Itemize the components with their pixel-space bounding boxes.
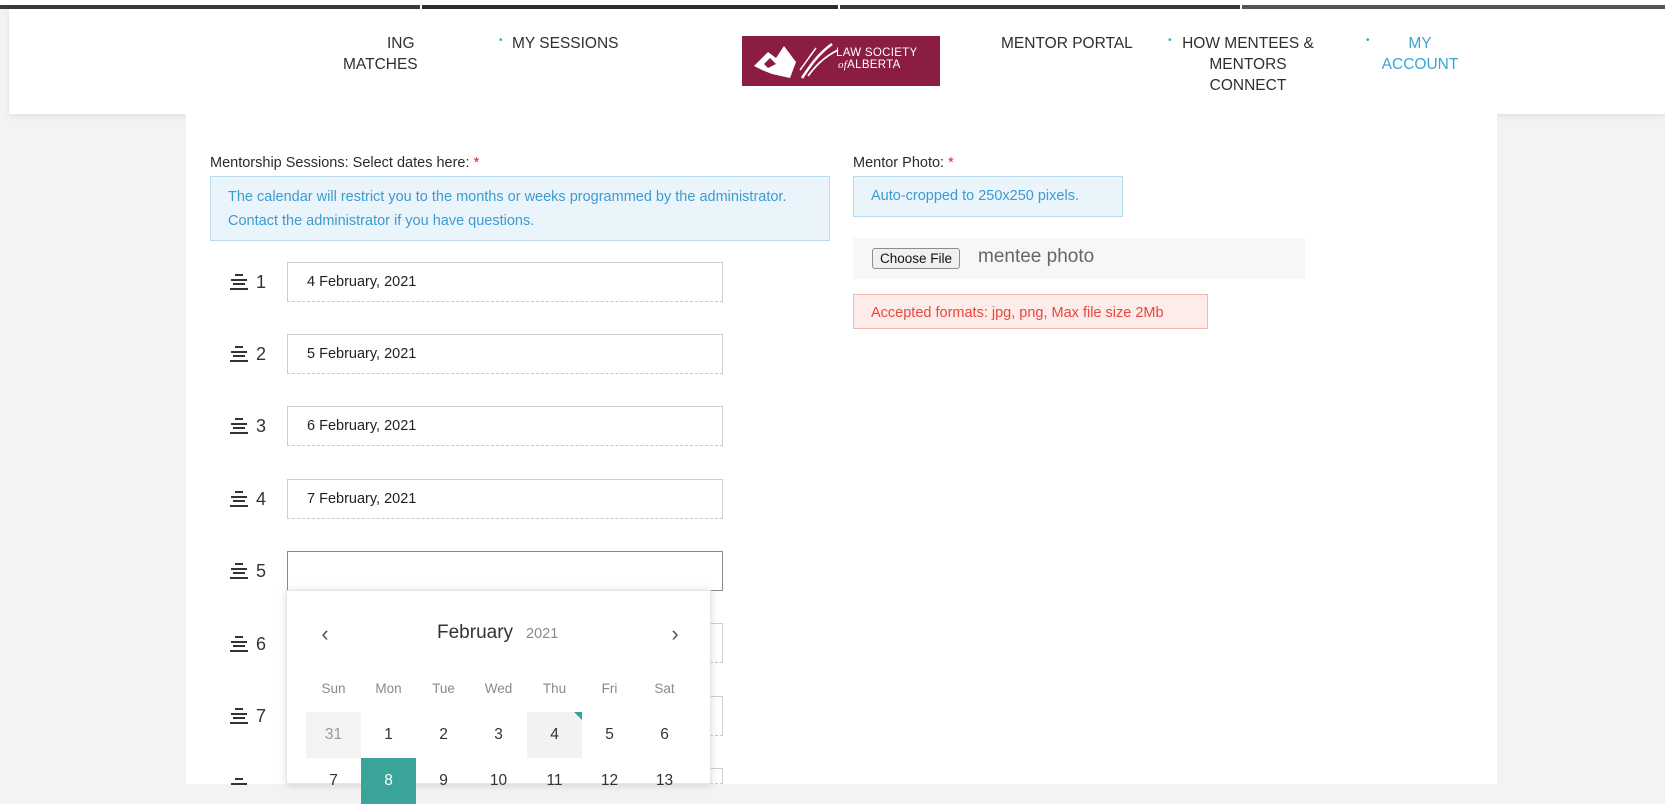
session-row-number: 5: [256, 561, 267, 581]
session-row-number: 6: [256, 634, 267, 654]
next-month-icon[interactable]: ›: [667, 623, 683, 645]
session-row-number: 3: [256, 416, 267, 436]
prev-month-icon[interactable]: ‹: [317, 623, 333, 645]
calendar-day[interactable]: 10: [471, 758, 526, 804]
calendar-day[interactable]: 7: [306, 758, 361, 804]
weekday-header: Mon: [375, 681, 402, 696]
choose-file-button[interactable]: Choose File: [872, 248, 961, 269]
nav-matches-line1: ING: [387, 35, 415, 52]
weekday-header: Thu: [542, 681, 567, 696]
drag-handle-icon[interactable]: [229, 708, 249, 726]
marked-flag-icon: [574, 712, 582, 720]
weekday-header: Tue: [432, 681, 455, 696]
nav-how-line3: CONNECT: [1209, 77, 1287, 94]
nav-bullet: •: [1366, 35, 1370, 46]
nav-account-line1: MY: [1408, 35, 1432, 52]
calendar-month[interactable]: February: [437, 622, 513, 644]
logo-of: of: [838, 59, 848, 71]
accepted-formats-note: Accepted formats: jpg, png, Max file siz…: [853, 294, 1208, 329]
logo-line2: ALBERTA: [847, 59, 901, 71]
sessions-label: Mentorship Sessions: Select dates here: …: [210, 155, 479, 171]
session-row-number: 4: [256, 489, 267, 509]
site-header: ING MATCHES • MY SESSIONS LAW SOCIETY of…: [9, 9, 1665, 114]
calendar-day[interactable]: 13: [637, 758, 692, 804]
sessions-label-text: Mentorship Sessions: Select dates here:: [210, 155, 470, 171]
nav-how-line2: MENTORS: [1209, 56, 1287, 73]
calendar-day-selected[interactable]: 8: [361, 758, 416, 804]
nav-item-my-sessions[interactable]: MY SESSIONS: [512, 33, 619, 54]
calendar-day[interactable]: 9: [416, 758, 471, 804]
weekday-header: Sat: [654, 681, 675, 696]
required-mark: *: [948, 155, 954, 171]
required-mark: *: [473, 155, 480, 171]
mentor-photo-label-text: Mentor Photo:: [853, 155, 945, 171]
session-row-number: 2: [256, 344, 267, 364]
nav-item-how-mentees-connect[interactable]: HOW MENTEES & MENTORS CONNECT: [1179, 33, 1317, 96]
mountain-logo-icon: [754, 42, 839, 79]
calendar-day[interactable]: 5: [582, 712, 637, 758]
nav-item-matches[interactable]: ING MATCHES: [343, 33, 441, 75]
drag-handle-icon[interactable]: [229, 778, 249, 796]
nav-how-line1: HOW MENTEES &: [1182, 35, 1314, 52]
calendar-day[interactable]: 12: [582, 758, 637, 804]
drag-handle-icon[interactable]: [229, 418, 249, 436]
file-upload-row: Choose File mentee photo: [853, 238, 1305, 279]
calendar-day[interactable]: 1: [361, 712, 416, 758]
calendar-year[interactable]: 2021: [526, 626, 558, 642]
calendar-day-number: 4: [550, 726, 559, 743]
calendar-day[interactable]: 6: [637, 712, 692, 758]
drag-handle-icon[interactable]: [229, 491, 249, 509]
mentor-photo-label: Mentor Photo: *: [853, 155, 954, 171]
weekday-header: Fri: [601, 681, 618, 696]
calendar-day[interactable]: 11: [527, 758, 582, 804]
selected-file-name: mentee photo: [978, 246, 1095, 267]
nav-matches-line2: MATCHES: [343, 56, 418, 73]
drag-handle-icon[interactable]: [229, 636, 249, 654]
logo-line1: LAW SOCIETY: [836, 47, 918, 59]
drag-handle-icon[interactable]: [229, 274, 249, 292]
session-date-input[interactable]: 6 February, 2021: [287, 406, 723, 446]
calendar-day[interactable]: 31: [306, 712, 361, 758]
logo-text: LAW SOCIETY ofALBERTA: [836, 47, 917, 71]
law-society-logo[interactable]: LAW SOCIETY ofALBERTA: [742, 36, 940, 86]
session-row-number: 7: [256, 706, 267, 726]
session-date-input[interactable]: 4 February, 2021: [287, 262, 723, 302]
session-row-number: 1: [256, 272, 267, 292]
session-date-input[interactable]: 5 February, 2021: [287, 334, 723, 374]
nav-item-my-account[interactable]: MY ACCOUNT: [1377, 33, 1463, 75]
date-picker-popup: ‹ February 2021 › Sun Mon Tue Wed Thu Fr…: [286, 590, 711, 804]
sessions-info-box: The calendar will restrict you to the mo…: [210, 176, 830, 241]
browser-top-strip: [0, 0, 1665, 9]
weekday-header: Sun: [321, 681, 346, 696]
photo-crop-info: Auto-cropped to 250x250 pixels.: [853, 176, 1123, 217]
calendar-day[interactable]: 2: [416, 712, 471, 758]
drag-handle-icon[interactable]: [229, 563, 249, 581]
session-date-input-active[interactable]: [287, 551, 723, 591]
nav-item-mentor-portal[interactable]: MENTOR PORTAL: [1001, 33, 1133, 54]
nav-bullet: •: [1168, 35, 1172, 46]
drag-handle-icon[interactable]: [229, 346, 249, 364]
calendar-day-marked[interactable]: 4: [527, 712, 582, 758]
weekday-header: Wed: [484, 681, 513, 696]
calendar-day[interactable]: 3: [471, 712, 526, 758]
nav-bullet: •: [499, 35, 503, 46]
session-date-input[interactable]: 7 February, 2021: [287, 479, 723, 519]
nav-account-line2: ACCOUNT: [1381, 56, 1459, 73]
